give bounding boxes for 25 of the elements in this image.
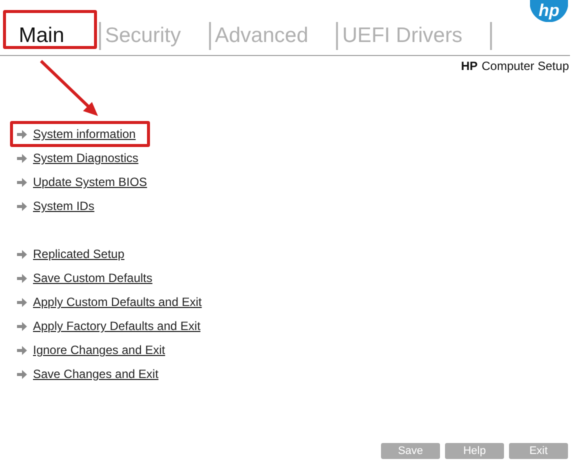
arrow-icon <box>17 322 27 330</box>
arrow-icon <box>17 274 27 282</box>
menu-link[interactable]: System IDs <box>33 199 94 213</box>
menu-link[interactable]: System information <box>33 127 136 141</box>
arrow-icon <box>17 154 27 162</box>
menu-link[interactable]: Save Custom Defaults <box>33 271 152 285</box>
arrow-icon <box>17 370 27 378</box>
annotation-arrow <box>38 58 100 118</box>
arrow-icon <box>17 178 27 186</box>
arrow-icon <box>17 130 27 138</box>
arrow-icon <box>17 202 27 210</box>
menu-link[interactable]: System Diagnostics <box>33 151 138 165</box>
tab[interactable]: Main <box>0 22 99 50</box>
menu-link[interactable]: Apply Custom Defaults and Exit <box>33 295 202 309</box>
app-title: Computer Setup <box>482 59 569 73</box>
hp-logo: hp <box>530 0 568 22</box>
menu-link[interactable]: Replicated Setup <box>33 247 124 261</box>
menu-link[interactable]: Update System BIOS <box>33 175 148 189</box>
menu-link[interactable]: Save Changes and Exit <box>33 367 158 381</box>
arrow-icon <box>17 346 27 354</box>
menu-link[interactable]: Ignore Changes and Exit <box>33 343 166 357</box>
arrow-icon <box>17 250 27 258</box>
arrow-icon <box>17 298 27 306</box>
menu-link[interactable]: Apply Factory Defaults and Exit <box>33 319 200 333</box>
brand-label: HP <box>460 59 478 73</box>
